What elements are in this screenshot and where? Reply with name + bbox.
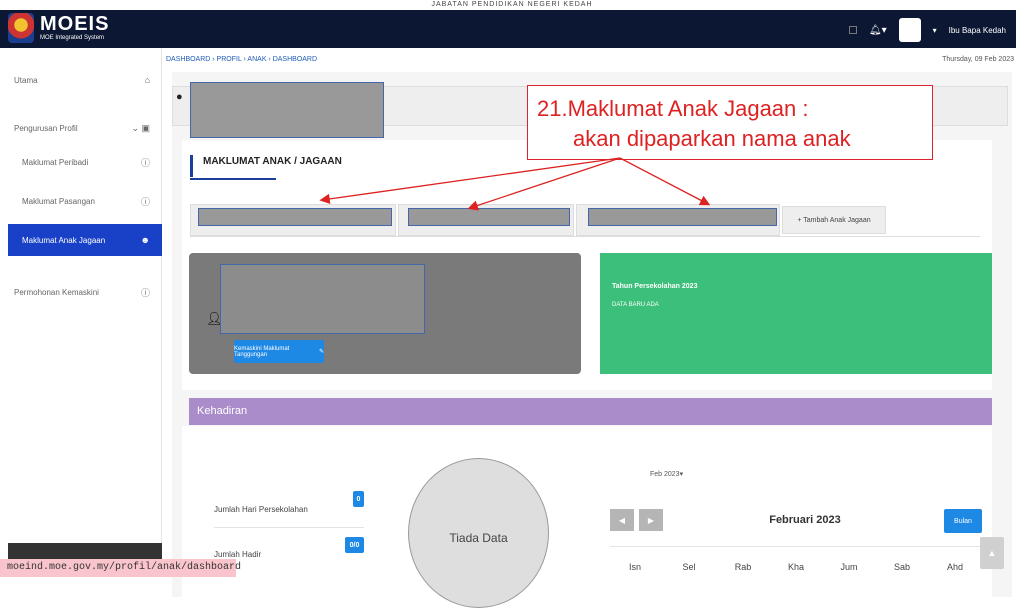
sidebar-item-label: Maklumat Anak Jagaan bbox=[22, 235, 106, 245]
breadcrumb[interactable]: DASHBOARD › PROFIL › ANAK › DASHBOARD bbox=[166, 56, 317, 63]
school-year-title: Tahun Persekolahan 2023 bbox=[612, 283, 698, 290]
pie-empty-label: Tiada Data bbox=[449, 531, 508, 545]
chevron-down-icon[interactable]: ▾ bbox=[933, 26, 937, 35]
calendar-divider bbox=[610, 546, 982, 547]
chevron-down-icon: ▾ bbox=[679, 471, 684, 478]
annotation-line-2: akan dipaparkan nama anak bbox=[573, 126, 851, 151]
calendar-next-button[interactable]: ▶ bbox=[639, 509, 663, 531]
weekday-label: Jum bbox=[840, 562, 858, 572]
sidebar-item-maklumat-pasangan[interactable]: Maklumat Pasangan ⓘ bbox=[8, 185, 162, 217]
scroll-top-button[interactable]: ▲ bbox=[980, 537, 1004, 569]
fullscreen-icon[interactable] bbox=[848, 26, 857, 34]
edit-dependent-button[interactable]: Kemaskini Maklumat Tanggungan ✎ bbox=[234, 340, 324, 363]
profile-icon: ⌄ ▣ bbox=[131, 122, 150, 133]
redacted-child-name-2 bbox=[408, 208, 570, 226]
calendar-prev-button[interactable]: ◀ bbox=[610, 509, 634, 531]
crest-logo bbox=[8, 13, 34, 43]
weekday-label: Ahd bbox=[946, 562, 963, 572]
attendance-badge: 0/0 bbox=[345, 537, 364, 553]
weekday-label: Rab bbox=[734, 562, 752, 572]
sidebar-item-label: Utama bbox=[14, 75, 38, 85]
title-underline bbox=[190, 178, 276, 180]
sidebar-item-label: Pengurusan Profil bbox=[14, 123, 78, 133]
child-icon: ☻ bbox=[140, 235, 150, 245]
annotation-line-1: 21.Maklumat Anak Jagaan : bbox=[537, 96, 809, 121]
redacted-parent-name bbox=[190, 82, 384, 138]
pencil-icon: ✎ bbox=[318, 349, 324, 355]
weekday-label: Kha bbox=[787, 562, 804, 572]
sidebar-item-pengurusan-profil[interactable]: Pengurusan Profil ⌄ ▣ bbox=[8, 112, 162, 144]
chevron-left-icon: ◀ bbox=[618, 515, 626, 525]
redacted-child-name-1 bbox=[198, 208, 392, 226]
chevron-up-icon: ▲ bbox=[987, 548, 997, 558]
section-title: MAKLUMAT ANAK / JAGAAN bbox=[190, 155, 342, 177]
month-select[interactable]: Feb 2023▾ bbox=[650, 470, 683, 478]
status-url: moeind.moe.gov.my/profil/anak/dashboard bbox=[0, 559, 241, 577]
user-name[interactable]: Ibu Bapa Kedah bbox=[949, 26, 1006, 35]
brand[interactable]: MOEIS MOE Integrated System bbox=[8, 13, 109, 43]
person-icon: 👤︎ bbox=[206, 311, 223, 326]
weekday-label: Sel bbox=[682, 562, 696, 572]
school-days-badge: 0 bbox=[353, 491, 364, 507]
brand-subtitle: MOE Integrated System bbox=[40, 35, 105, 41]
sidebar-item-label: Maklumat Pasangan bbox=[22, 196, 95, 206]
school-days-label: Jumlah Hari Persekolahan bbox=[214, 505, 308, 514]
redacted-child-photo bbox=[220, 264, 425, 334]
calendar-title: Februari 2023 bbox=[769, 514, 841, 526]
attendance-header: Kehadiran bbox=[189, 398, 992, 425]
calendar-month-button[interactable]: Bulan bbox=[944, 509, 982, 533]
info-icon: ⓘ bbox=[140, 196, 150, 207]
sidebar-item-label: Maklumat Peribadi bbox=[22, 157, 89, 167]
school-year-status: DATA BARU ADA bbox=[612, 302, 659, 308]
weekday-label: Sab bbox=[893, 562, 910, 572]
stat-divider bbox=[214, 527, 364, 528]
month-select-value: Feb 2023 bbox=[650, 471, 680, 478]
avatar[interactable] bbox=[898, 18, 921, 42]
add-child-button[interactable]: + Tambah Anak Jagaan bbox=[782, 206, 886, 234]
sidebar-item-permohonan-kemaskini[interactable]: Permohonan Kemaskini ⓘ bbox=[8, 276, 162, 308]
current-date: Thursday, 09 Feb 2023 bbox=[942, 56, 1014, 63]
school-year-card bbox=[600, 253, 992, 374]
info-icon: ⓘ bbox=[140, 287, 150, 298]
tab-divider bbox=[190, 236, 980, 237]
info-icon: ⓘ bbox=[140, 157, 150, 168]
bell-icon[interactable]: 🔔︎▾ bbox=[869, 25, 887, 36]
top-caption: JABATAN PENDIDIKAN NEGERI KEDAH bbox=[431, 1, 593, 8]
user-icon: ● bbox=[176, 91, 183, 103]
attendance-label: Jumlah Hadir bbox=[214, 550, 262, 559]
weekday-label: Isn bbox=[628, 562, 641, 572]
top-navbar: MOEIS MOE Integrated System 🔔︎▾ ▾ Ibu Ba… bbox=[0, 10, 1016, 48]
sidebar-footer bbox=[8, 543, 162, 559]
brand-logo: MOEIS bbox=[40, 13, 110, 35]
home-icon: ⌂ bbox=[144, 75, 150, 85]
sidebar-item-maklumat-anak-jagaan[interactable]: Maklumat Anak Jagaan ☻ bbox=[8, 224, 162, 256]
sidebar-item-label: Permohonan Kemaskini bbox=[14, 287, 99, 297]
chevron-right-icon: ▶ bbox=[647, 515, 655, 525]
redacted-child-name-3 bbox=[588, 208, 777, 226]
sidebar-item-maklumat-peribadi[interactable]: Maklumat Peribadi ⓘ bbox=[8, 146, 162, 178]
edit-button-label: Kemaskini Maklumat Tanggungan bbox=[234, 345, 290, 358]
sidebar-item-utama[interactable]: Utama ⌂ bbox=[8, 64, 162, 96]
annotation-callout: 21.Maklumat Anak Jagaan : akan dipaparka… bbox=[527, 85, 933, 160]
